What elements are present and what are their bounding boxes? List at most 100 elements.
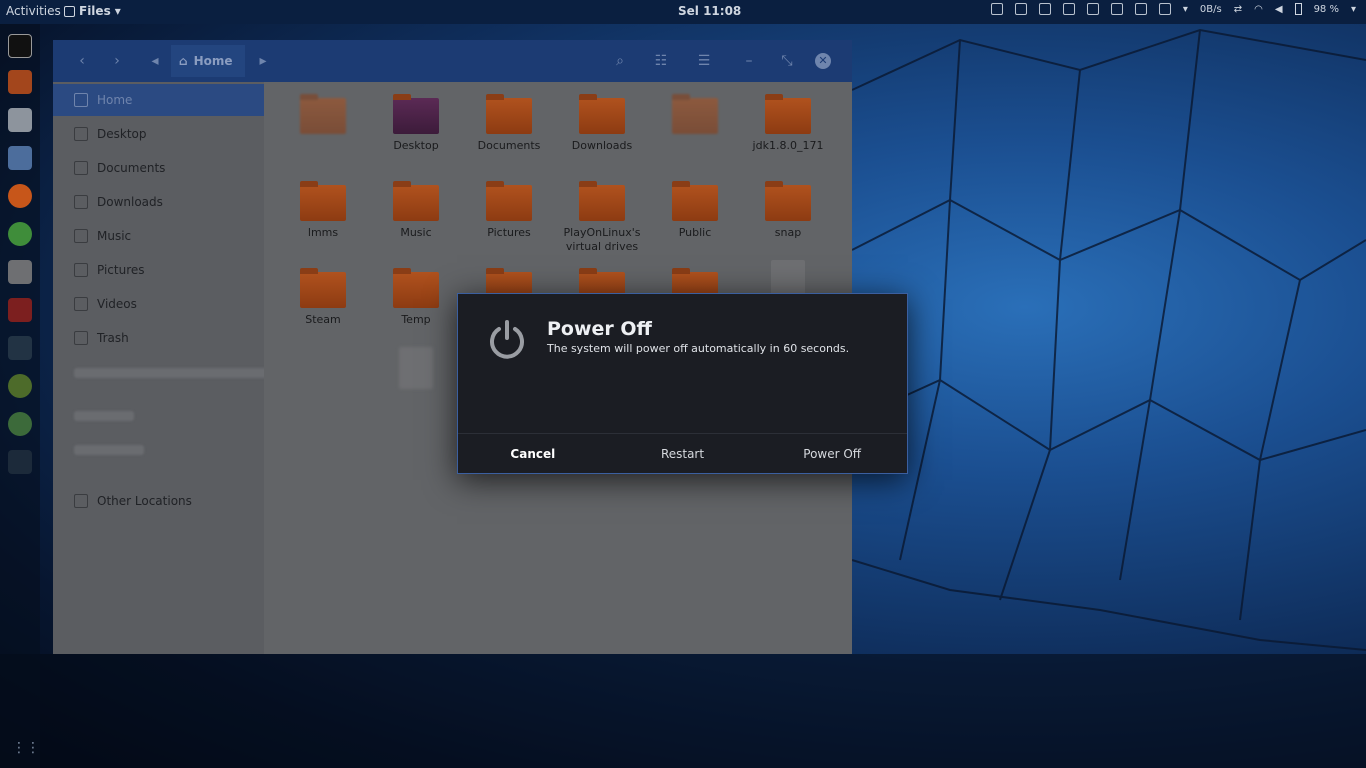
folder-icon: [300, 181, 346, 221]
file-label: Temp: [401, 313, 431, 326]
path-bar-home[interactable]: ⌂ Home: [171, 45, 245, 77]
maximize-icon[interactable]: ⤡: [777, 51, 797, 71]
restart-button[interactable]: Restart: [608, 434, 758, 474]
document-viewer-icon[interactable]: [8, 146, 32, 170]
files-icon[interactable]: [8, 260, 32, 284]
app-red-icon[interactable]: [8, 298, 32, 322]
app-shell-icon[interactable]: [8, 450, 32, 474]
app-menu[interactable]: Files ▾: [64, 4, 121, 18]
sidebar-item-home[interactable]: Home: [53, 84, 264, 116]
file-item[interactable]: [278, 94, 368, 139]
sidebar-blurred-item[interactable]: [74, 445, 144, 455]
sidebar-item-videos[interactable]: Videos: [53, 288, 264, 320]
file-label: Desktop: [393, 139, 439, 152]
sidebar-blurred-item[interactable]: [74, 411, 134, 421]
view-toggle-icon[interactable]: ☷: [651, 51, 671, 71]
file-item[interactable]: Documents: [464, 94, 554, 153]
chevron-down-icon[interactable]: ▾: [1183, 4, 1188, 15]
battery-percent: 98 %: [1313, 3, 1339, 15]
cpu-icon[interactable]: [1062, 3, 1075, 15]
file-item[interactable]: Downloads: [557, 94, 647, 153]
app-green-icon[interactable]: [8, 374, 32, 398]
dock: ⋮⋮: [0, 24, 40, 768]
firefox-icon[interactable]: [8, 184, 32, 208]
camera-icon: [74, 263, 88, 277]
blurred-file-icon: [399, 347, 433, 389]
sidebar-item-music[interactable]: Music: [53, 220, 264, 252]
file-item[interactable]: snap: [743, 181, 833, 240]
net-speed: 0B/s: [1199, 3, 1222, 15]
sidebar-blurred-item[interactable]: [74, 368, 274, 378]
folder-icon: [672, 181, 718, 221]
dialog-title: Power Off: [547, 318, 652, 340]
wifi-icon: ◠: [1254, 3, 1263, 15]
path-left-icon[interactable]: ◂: [145, 51, 165, 71]
transfer-icon: ⇄: [1233, 3, 1243, 15]
terminal-icon[interactable]: [8, 34, 32, 58]
sidebar-item-desktop[interactable]: Desktop: [53, 118, 264, 150]
sidebar-item-label: Downloads: [97, 195, 163, 209]
app-grid-icon[interactable]: ⋮⋮: [12, 740, 40, 756]
app-dark-icon[interactable]: [8, 336, 32, 360]
coffee-icon[interactable]: [1038, 3, 1051, 15]
file-item[interactable]: PlayOnLinux's virtual drives: [557, 181, 647, 254]
cancel-button[interactable]: Cancel: [458, 434, 608, 474]
folder-icon: [74, 127, 88, 141]
sidebar-item-label: Other Locations: [97, 494, 192, 508]
file-item[interactable]: Pictures: [464, 181, 554, 240]
folder-icon: [579, 181, 625, 221]
folder-icon: [393, 268, 439, 308]
close-icon[interactable]: ✕: [815, 53, 831, 69]
file-label: Public: [678, 226, 712, 239]
activities-button[interactable]: Activities: [6, 4, 61, 18]
file-item[interactable]: Public: [650, 181, 740, 240]
chrome-icon[interactable]: [8, 222, 32, 246]
file-item[interactable]: [650, 94, 740, 139]
clipboard-icon[interactable]: [1014, 3, 1027, 15]
file-item[interactable]: Music: [371, 181, 461, 240]
back-icon[interactable]: ‹: [72, 51, 92, 71]
sensor-icon[interactable]: [1086, 3, 1099, 15]
network-off-icon[interactable]: [1134, 3, 1147, 15]
chevron-down-icon[interactable]: ▾: [1351, 4, 1356, 15]
file-label: snap: [774, 226, 802, 239]
folder-icon: [486, 181, 532, 221]
clock[interactable]: Sel 11:08: [678, 4, 741, 18]
folder-icon: [579, 94, 625, 134]
file-label: lmms: [307, 226, 339, 239]
file-item[interactable]: Desktop: [371, 94, 461, 153]
sidebar-item-downloads[interactable]: Downloads: [53, 186, 264, 218]
video-icon: [74, 297, 88, 311]
software-center-icon[interactable]: [8, 70, 32, 94]
notes-icon[interactable]: [1110, 3, 1123, 15]
file-item[interactable]: [371, 347, 461, 393]
screenshot-icon[interactable]: [990, 3, 1003, 15]
sidebar-item-pictures[interactable]: Pictures: [53, 254, 264, 286]
sidebar-item-other-locations[interactable]: Other Locations: [53, 485, 264, 517]
sidebar-item-documents[interactable]: Documents: [53, 152, 264, 184]
folder-icon: [765, 94, 811, 134]
file-item[interactable]: Temp: [371, 268, 461, 327]
mail-icon[interactable]: [8, 108, 32, 132]
app-lime-icon[interactable]: [8, 412, 32, 436]
sidebar-item-trash[interactable]: Trash: [53, 322, 264, 354]
system-tray[interactable]: ▾ 0B/s ⇄ ◠ ◀ 98 % ▾: [990, 3, 1356, 15]
search-icon[interactable]: ⌕: [610, 51, 630, 71]
menu-icon[interactable]: ☰: [694, 51, 714, 71]
minimize-icon[interactable]: –: [739, 51, 759, 71]
folder-icon: [765, 181, 811, 221]
file-item[interactable]: Steam: [278, 268, 368, 327]
power-off-dialog: Power Off The system will power off auto…: [457, 293, 908, 474]
clipboard-manager-icon[interactable]: [1158, 3, 1171, 15]
path-right-icon[interactable]: ▸: [253, 51, 273, 71]
file-item[interactable]: jdk1.8.0_171: [743, 94, 833, 153]
home-icon: ⌂: [179, 54, 188, 68]
folder-icon: [300, 268, 346, 308]
file-label: PlayOnLinux's virtual drives: [563, 226, 641, 253]
file-item[interactable]: lmms: [278, 181, 368, 240]
dialog-actions: Cancel Restart Power Off: [458, 433, 907, 474]
battery-icon: [1294, 3, 1302, 15]
forward-icon[interactable]: ›: [107, 51, 127, 71]
sidebar-item-label: Pictures: [97, 263, 145, 277]
power-off-button[interactable]: Power Off: [757, 434, 907, 474]
